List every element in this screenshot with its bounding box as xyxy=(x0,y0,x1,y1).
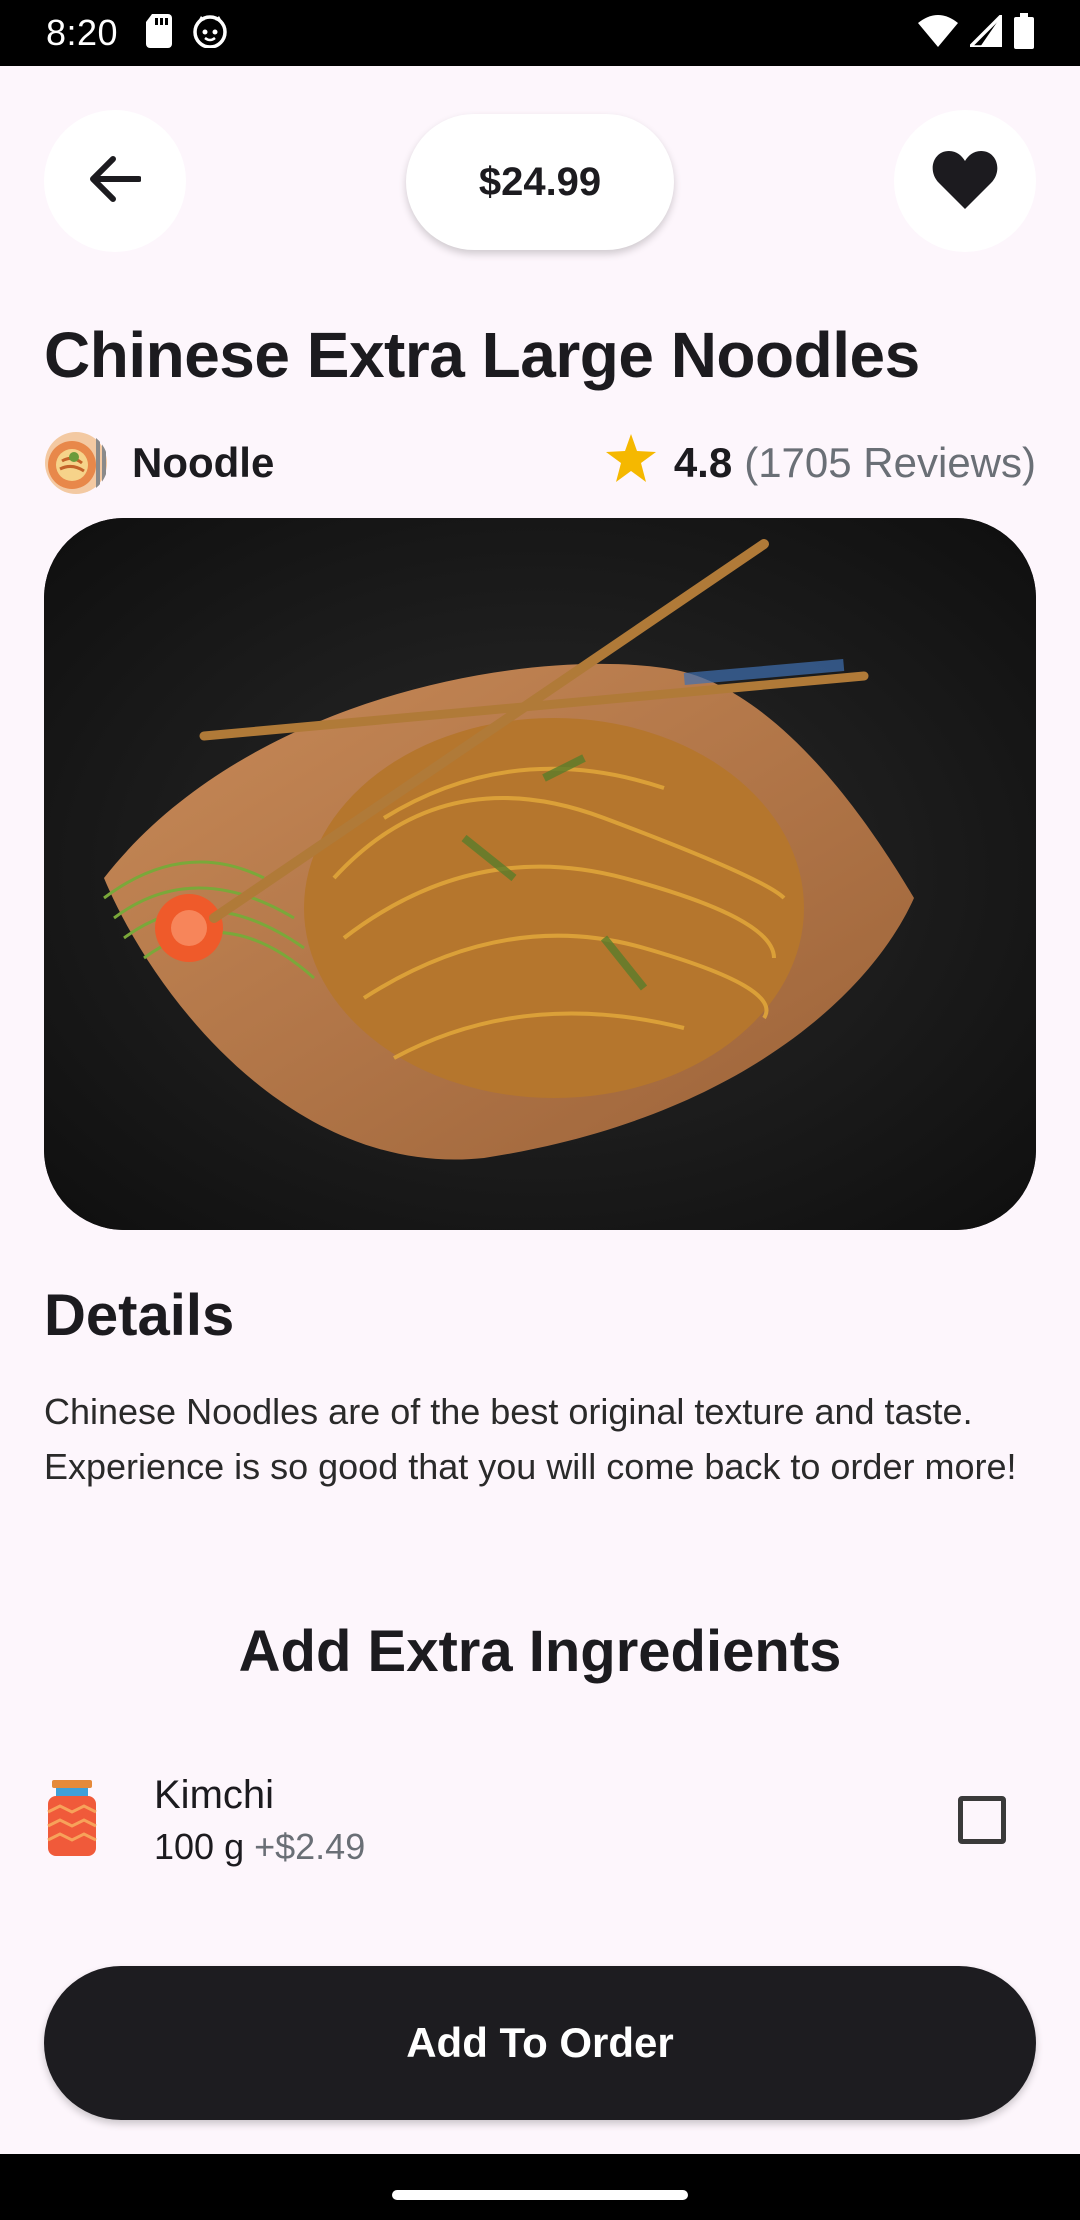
ingredient-detail: 100 g +$2.49 xyxy=(154,1826,365,1868)
ingredient-price: +$2.49 xyxy=(254,1825,366,1867)
wifi-icon xyxy=(918,14,958,52)
navigation-bar xyxy=(0,2154,1080,2220)
noodle-bowl-icon xyxy=(44,431,108,495)
status-time: 8:20 xyxy=(46,12,119,53)
signal-icon xyxy=(965,10,1004,52)
ingredient-name: Kimchi xyxy=(154,1772,275,1817)
product-title: Chinese Extra Large Noodles xyxy=(44,319,920,391)
favorite-button[interactable] xyxy=(894,110,1036,252)
sd-card-icon xyxy=(146,13,174,53)
extras-heading: Add Extra Ingredients xyxy=(238,1619,842,1684)
back-button[interactable] xyxy=(44,110,186,252)
details-text: Chinese Noodles are of the best original… xyxy=(44,1391,1017,1487)
star-icon xyxy=(605,434,656,492)
status-bar: 8:20 xyxy=(0,0,1080,66)
top-bar: $24.99 xyxy=(0,110,1080,252)
category-label: Noodle xyxy=(132,439,275,486)
details-heading: Details xyxy=(44,1283,235,1348)
product-image xyxy=(44,518,1036,1230)
ingredient-qty: 100 g xyxy=(154,1825,245,1867)
battery-icon xyxy=(1014,12,1034,54)
cat-face-icon xyxy=(192,14,228,53)
arrow-left-icon xyxy=(89,155,142,208)
price-badge: $24.99 xyxy=(406,114,674,250)
product-meta: Noodle 4.8 (1705 Reviews) xyxy=(44,428,1036,498)
kimchi-jar-icon xyxy=(44,1780,100,1860)
add-to-order-button[interactable]: Add To Order xyxy=(44,1966,1036,2120)
home-handle[interactable] xyxy=(392,2190,688,2200)
ingredient-checkbox[interactable] xyxy=(958,1796,1006,1844)
review-count: (1705 Reviews) xyxy=(744,439,1036,486)
rating: 4.8 (1705 Reviews) xyxy=(605,434,1036,492)
list-item[interactable]: Kimchi 100 g +$2.49 xyxy=(44,1760,1036,1880)
rating-score: 4.8 xyxy=(673,439,733,486)
heart-icon xyxy=(931,149,999,214)
